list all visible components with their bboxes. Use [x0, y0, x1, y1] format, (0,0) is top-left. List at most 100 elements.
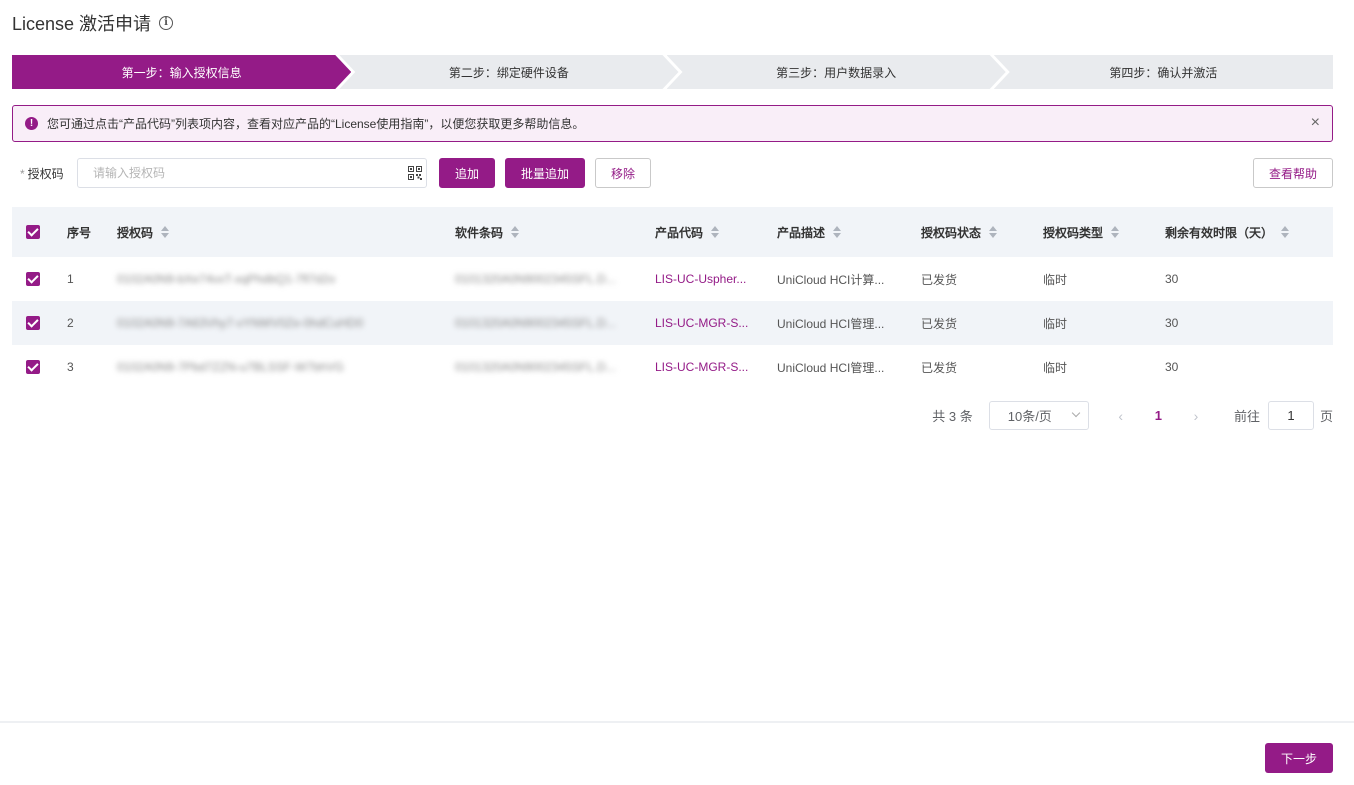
- col-header-status[interactable]: 授权码状态: [921, 207, 998, 257]
- row-software-barcode: 0101320A0N9002345SFL.D...: [455, 360, 616, 374]
- row-status: 已发货: [921, 316, 958, 331]
- col-header-no-label: 序号: [67, 225, 92, 240]
- license-code-field: [77, 158, 427, 188]
- select-all-checkbox[interactable]: [26, 225, 40, 239]
- remove-button[interactable]: 移除: [595, 158, 651, 188]
- row-type: 临时: [1043, 360, 1068, 375]
- row-type: 临时: [1043, 272, 1068, 287]
- license-code-input[interactable]: [78, 159, 398, 187]
- row-status: 已发货: [921, 360, 958, 375]
- required-mark: *: [20, 167, 25, 181]
- step-2-label: 第二步：绑定硬件设备: [448, 65, 569, 80]
- license-code-label: * 授权码: [20, 165, 64, 182]
- row-license-code: 0102A0N9-7Pbd7ZZN-u7BLSSF-W7bhVG: [117, 360, 344, 374]
- select-all-cell: [26, 207, 40, 257]
- sort-icon[interactable]: [511, 226, 520, 238]
- page-number-current[interactable]: 1: [1155, 408, 1162, 423]
- sort-icon[interactable]: [833, 226, 842, 238]
- sort-icon[interactable]: [1281, 226, 1290, 238]
- step-4: 第四步：确认并激活: [993, 55, 1333, 89]
- row-days: 30: [1165, 272, 1179, 286]
- page-size-select[interactable]: 10条/页: [988, 401, 1089, 430]
- help-alert: ! 您可通过点击“产品代码”列表项内容，查看对应产品的“License使用指南”…: [12, 105, 1333, 142]
- row-software-barcode: 0101320A0N9002345SFL.D...: [455, 316, 616, 330]
- license-code-label-text: 授权码: [27, 167, 64, 181]
- close-icon[interactable]: ×: [1311, 115, 1320, 131]
- steps-bar: 第一步：输入授权信息 第二步：绑定硬件设备 第三步：用户数据录入 第四步：确认并…: [12, 55, 1333, 89]
- footer-bar: 下一步: [0, 721, 1354, 785]
- view-help-button[interactable]: 查看帮助: [1253, 158, 1333, 188]
- col-header-type[interactable]: 授权码类型: [1043, 207, 1120, 257]
- row-product-code-link[interactable]: LIS-UC-MGR-S...: [655, 301, 755, 345]
- step-1: 第一步：输入授权信息: [12, 55, 351, 89]
- pagination-total: 共 3 条: [932, 409, 973, 424]
- row-no: 1: [67, 272, 74, 286]
- sort-icon[interactable]: [161, 226, 170, 238]
- batch-add-button[interactable]: 批量追加: [505, 158, 585, 188]
- table-row: 2 0102A0N9-7A63Vhy7-vYNWV0Ze-0hdCuHD0 01…: [12, 301, 1333, 345]
- col-header-product-desc[interactable]: 产品描述: [777, 207, 897, 257]
- license-table: 序号 授权码 软件条码 产品代码 产品描述 授权码状态 授权码类型 剩余有效时限…: [12, 207, 1333, 389]
- col-header-days[interactable]: 剩余有效时限（天）: [1165, 207, 1290, 257]
- step-1-label: 第一步：输入授权信息: [121, 65, 242, 80]
- page-unit-label: 页: [1319, 409, 1333, 424]
- sort-icon[interactable]: [711, 226, 720, 238]
- col-header-status-label: 授权码状态: [921, 225, 982, 240]
- col-header-product-code-label: 产品代码: [655, 225, 704, 240]
- license-form: *授权码 追加 批量追加 移除 查看帮助: [12, 157, 1333, 188]
- row-checkbox[interactable]: [26, 316, 40, 330]
- page-size-value: 10条/页: [1007, 409, 1052, 424]
- exclamation-icon: !: [25, 117, 38, 130]
- row-select-cell: [26, 345, 40, 389]
- goto-page-input[interactable]: 1: [1267, 401, 1314, 430]
- pagination: 共 3 条 10条/页 ‹ 1 › 前往 1 页: [932, 401, 1333, 430]
- alert-text: 您可通过点击“产品代码”列表项内容，查看对应产品的“License使用指南”，以…: [47, 117, 585, 131]
- row-product-desc: UniCloud HCI管理...: [777, 360, 885, 375]
- col-header-sw[interactable]: 软件条码: [455, 207, 635, 257]
- row-type: 临时: [1043, 316, 1068, 331]
- col-header-days-label: 剩余有效时限（天）: [1165, 225, 1274, 240]
- row-days: 30: [1165, 316, 1179, 330]
- row-software-barcode: 0101320A0N9002345SFL.D...: [455, 272, 616, 286]
- row-days: 30: [1165, 360, 1179, 374]
- step-3: 第三步：用户数据录入: [667, 55, 1006, 89]
- row-checkbox[interactable]: [26, 272, 40, 286]
- page-title: License 激活申请: [12, 14, 152, 34]
- row-no: 3: [67, 360, 74, 374]
- next-step-button[interactable]: 下一步: [1265, 743, 1333, 773]
- sort-icon[interactable]: [989, 226, 998, 238]
- title-row: License 激活申请 i: [12, 11, 174, 35]
- row-select-cell: [26, 257, 40, 301]
- step-3-label: 第三步：用户数据录入: [776, 65, 897, 80]
- table-row: 1 0102A0N9-bXe74vxT-xqPhdbQ1-7fl7d2o 010…: [12, 257, 1333, 301]
- row-select-cell: [26, 301, 40, 345]
- col-header-code-label: 授权码: [117, 225, 154, 240]
- row-product-code-link[interactable]: LIS-UC-MGR-S...: [655, 345, 755, 389]
- sort-icon[interactable]: [1111, 226, 1120, 238]
- row-product-code-link[interactable]: LIS-UC-Uspher...: [655, 257, 755, 301]
- row-license-code: 0102A0N9-bXe74vxT-xqPhdbQ1-7fl7d2o: [117, 272, 336, 286]
- row-product-desc: UniCloud HCI计算...: [777, 272, 885, 287]
- prev-page-icon[interactable]: ‹: [1115, 408, 1127, 424]
- step-2: 第二步：绑定硬件设备: [339, 55, 678, 89]
- next-page-icon[interactable]: ›: [1190, 408, 1202, 424]
- row-license-code: 0102A0N9-7A63Vhy7-vYNWV0Ze-0hdCuHD0: [117, 316, 364, 330]
- step-4-label: 第四步：确认并激活: [1109, 65, 1218, 80]
- chevron-down-icon: [1071, 408, 1080, 418]
- table-row: 3 0102A0N9-7Pbd7ZZN-u7BLSSF-W7bhVG 01013…: [12, 345, 1333, 389]
- row-no: 2: [67, 316, 74, 330]
- col-header-product-code[interactable]: 产品代码: [655, 207, 755, 257]
- col-header-type-label: 授权码类型: [1043, 225, 1104, 240]
- table-header: 序号 授权码 软件条码 产品代码 产品描述 授权码状态 授权码类型 剩余有效时限…: [12, 207, 1333, 257]
- row-status: 已发货: [921, 272, 958, 287]
- info-circle-icon[interactable]: i: [159, 16, 174, 30]
- col-header-code[interactable]: 授权码: [117, 207, 437, 257]
- row-product-desc: UniCloud HCI管理...: [777, 316, 885, 331]
- row-checkbox[interactable]: [26, 360, 40, 374]
- col-header-no: 序号: [67, 207, 91, 257]
- col-header-sw-label: 软件条码: [455, 225, 504, 240]
- col-header-product-desc-label: 产品描述: [777, 225, 826, 240]
- qr-code-icon[interactable]: [408, 166, 422, 180]
- add-button[interactable]: 追加: [439, 158, 495, 188]
- goto-label: 前往: [1233, 409, 1260, 424]
